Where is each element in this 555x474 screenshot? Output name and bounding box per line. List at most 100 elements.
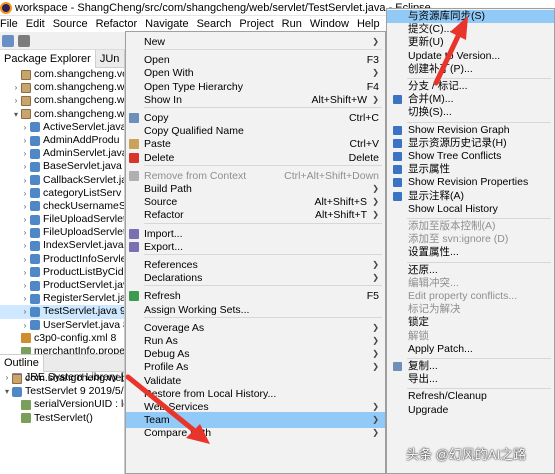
team-menu-item[interactable]: Show Tree Conflicts [387,150,554,163]
chevron-right-icon[interactable]: › [20,292,30,305]
menu-item-delete[interactable]: Delete Delete [126,150,385,166]
menu-project[interactable]: Project [239,18,277,30]
team-menu-item[interactable]: 显示注释(A) [387,190,554,203]
chevron-right-icon[interactable]: › [20,253,30,266]
team-menu-item[interactable]: 切换(S)... [387,106,554,119]
chevron-down-icon[interactable]: ▾ [11,108,21,121]
menu-window[interactable]: Window [310,18,353,30]
tree-item[interactable]: › RegisterServlet.ja [0,292,124,305]
menu-file[interactable]: File [0,18,22,30]
menu-item-assign-working-sets[interactable]: Assign Working Sets... [126,302,385,318]
team-menu-item[interactable]: Apply Patch... [387,343,554,356]
chevron-right-icon[interactable]: › [20,239,30,252]
menu-item-shortcut: Alt+Shift+W [311,93,367,106]
chevron-right-icon[interactable]: › [20,200,30,213]
team-menu-item-label: 更新(U) [408,36,444,49]
tree-item[interactable]: › FileUploadServlet [0,226,124,239]
tree-item[interactable]: ▾ TestServlet 9 2019/5/ [0,385,124,398]
tree-item[interactable]: › categoryListServ [0,187,124,200]
menu-item-show-in[interactable]: Show In Alt+Shift+W ❯ [126,92,385,108]
tree-item[interactable]: com.shangcheng.web. [0,372,124,385]
chevron-right-icon[interactable]: › [20,160,30,173]
team-menu-item[interactable]: 创建补丁(P)... [387,63,554,76]
team-menu-item[interactable]: 复制... [387,360,554,373]
team-menu-item[interactable]: 合并(M)... [387,93,554,106]
tree-item[interactable]: › ProductListByCid [0,266,124,279]
chevron-right-icon[interactable]: › [11,94,21,107]
team-menu-item[interactable]: Update to Version... [387,50,554,63]
chevron-right-icon[interactable]: › [20,147,30,160]
tree-item[interactable]: com.shangcheng.vo [0,68,124,81]
team-menu-item[interactable]: 设置属性... [387,246,554,259]
menu-item-export[interactable]: Export... [126,239,385,255]
team-menu-item[interactable]: Show Revision Graph [387,124,554,137]
team-submenu: 与资源库同步(S) 提交(C)... 更新(U) Update to Version.… [386,8,555,474]
tree-item[interactable]: › BaseServlet.java 8 [0,160,124,173]
chevron-right-icon[interactable]: › [20,319,30,332]
new-icon[interactable] [2,34,14,47]
chevron-right-icon[interactable]: › [20,305,30,318]
tree-item[interactable]: › UserServlet.java 8 [0,319,124,332]
tree-item[interactable]: ▾ com.shangcheng.w [0,108,124,121]
tree-item[interactable]: › TestServlet.java 9 [0,305,124,319]
tree-item[interactable]: › ActiveServlet.java [0,121,124,134]
chevron-right-icon[interactable]: › [20,187,30,200]
team-menu-item[interactable]: 还原... [387,264,554,277]
tab-outline[interactable]: Outline [0,354,44,372]
menu-search[interactable]: Search [197,18,236,30]
chevron-right-icon[interactable]: › [20,266,30,279]
java-icon [30,267,40,278]
tree-item[interactable]: › AdminServlet.java [0,147,124,160]
tree-item[interactable]: › com.shangcheng.w [0,81,124,94]
chevron-down-icon[interactable]: ▾ [2,385,12,398]
package-explorer-panel: Package Explorer JUn com.shangcheng.vo › c… [0,50,125,474]
chevron-right-icon[interactable]: › [20,121,30,134]
tree-item[interactable]: › com.shangcheng.w [0,94,124,107]
tree-item[interactable]: c3p0-config.xml 8 [0,332,124,345]
chevron-right-icon[interactable]: › [11,81,21,94]
team-menu-item[interactable]: 提交(C)... [387,23,554,36]
tab-junit[interactable]: JUn [96,50,124,68]
menu-item-declarations[interactable]: Declarations ❯ [126,270,385,286]
menu-item-refactor[interactable]: Refactor Alt+Shift+T ❯ [126,207,385,223]
chevron-right-icon[interactable]: › [20,174,30,187]
tree-item[interactable]: › ProductServlet.jav [0,279,124,292]
tree-item[interactable]: serialVersionUID : lo [0,398,124,411]
tree-item[interactable]: TestServlet() [0,412,124,425]
team-menu-item[interactable]: 显示资源历史记录(H) [387,137,554,150]
merge-icon [393,95,402,105]
team-menu-item[interactable]: 锁定 [387,316,554,329]
menu-edit[interactable]: Edit [26,18,49,30]
menu-help[interactable]: Help [357,18,384,30]
team-menu-item[interactable]: Show Revision Properties [387,176,554,189]
team-menu-item[interactable]: 显示属性 [387,163,554,176]
team-menu-item[interactable]: Refresh/Cleanup [387,390,554,403]
java-icon [30,227,40,238]
menu-source[interactable]: Source [53,18,92,30]
chevron-right-icon[interactable]: › [20,213,30,226]
tree-item[interactable]: › checkUsernameS [0,200,124,213]
menu-item-compare-with[interactable]: Compare With ❯ [126,425,385,441]
team-menu-item[interactable]: 更新(U) [387,36,554,49]
save-icon[interactable] [18,34,30,47]
team-menu-item[interactable]: 导出... [387,373,554,386]
chevron-right-icon[interactable]: › [20,279,30,292]
props-icon [21,399,31,410]
tree-item[interactable]: › FileUploadServlet [0,213,124,226]
chevron-right-icon[interactable]: › [20,134,30,147]
menu-run[interactable]: Run [282,18,306,30]
team-menu-item[interactable]: Upgrade [387,404,554,417]
tree-item[interactable]: › AdminAddProdu [0,134,124,147]
team-menu-item[interactable]: 分支 / 标记... [387,80,554,93]
chevron-right-icon[interactable]: › [20,226,30,239]
tab-package-explorer[interactable]: Package Explorer [0,50,96,68]
menu-refactor[interactable]: Refactor [96,18,142,30]
team-menu-item[interactable]: Show Local History [387,203,554,216]
copy-icon [393,362,402,371]
tree-item[interactable]: › IndexServlet.java [0,239,124,252]
tree-item[interactable]: › CallbackServlet.ja [0,174,124,187]
team-menu-item[interactable]: 与资源库同步(S) [387,10,554,24]
tree-item[interactable]: › ProductInfoServle [0,253,124,266]
menu-item-new[interactable]: New ❯ [126,34,385,50]
menu-navigate[interactable]: Navigate [145,18,192,30]
